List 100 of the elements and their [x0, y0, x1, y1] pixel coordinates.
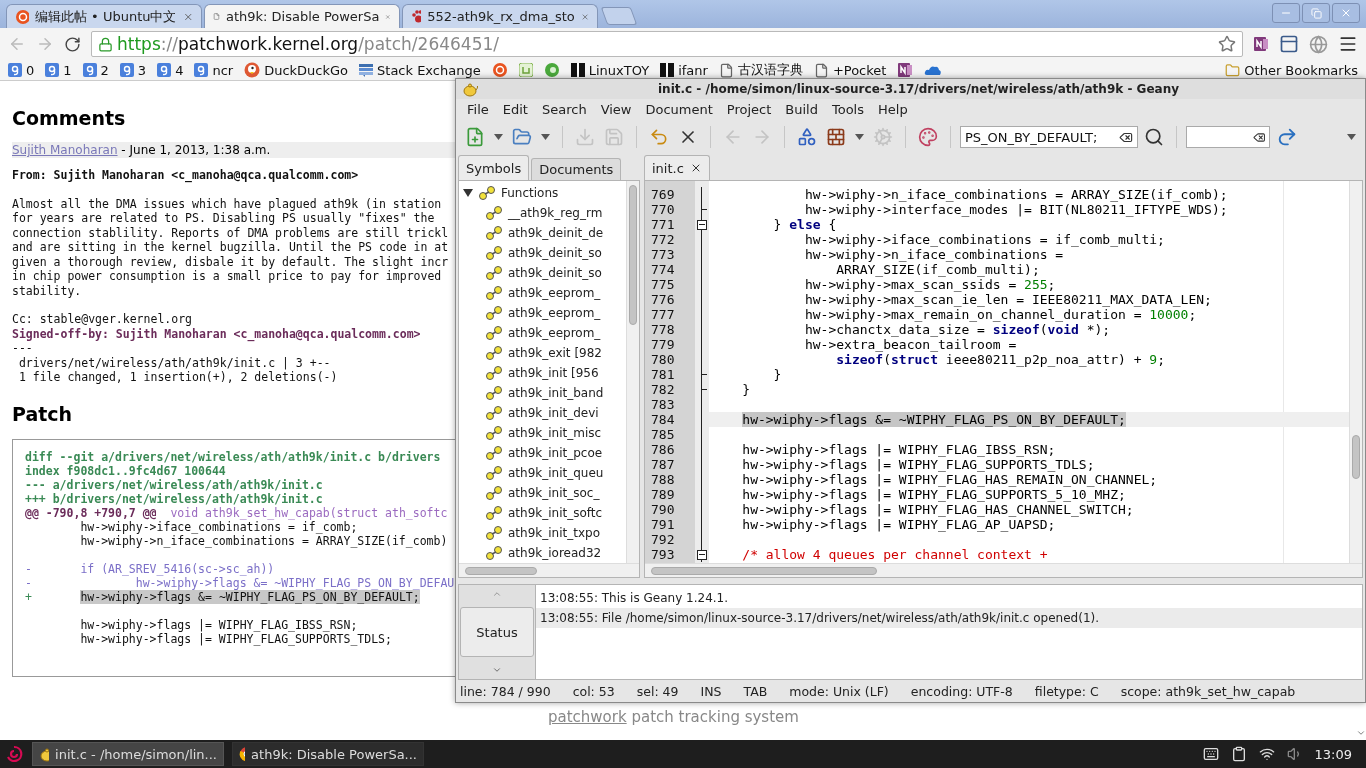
- tree-item[interactable]: ath9k_deinit_so: [459, 263, 626, 283]
- message-row[interactable]: 13:08:55: This is Geany 1.24.1.: [536, 588, 1362, 608]
- square-logo-icon: [194, 63, 209, 77]
- tree-item[interactable]: ath9k_eeprom_: [459, 283, 626, 303]
- bookmark[interactable]: Stack Exchange: [359, 62, 481, 78]
- caret-icon: [541, 134, 550, 140]
- document-tab[interactable]: init.c: [644, 155, 710, 180]
- taskbar-button[interactable]: ath9k: Disable PowerSa...: [232, 742, 424, 766]
- folder-icon: [1225, 62, 1241, 78]
- restore-button[interactable]: [1302, 3, 1330, 23]
- code-line: hw->wiphy->max_remain_on_channel_duration = 10000;: [803, 307, 1198, 322]
- menu-item[interactable]: Build: [778, 102, 825, 117]
- tree-item[interactable]: ath9k_init [956: [459, 363, 626, 383]
- bookmark[interactable]: 古汉语字典: [718, 61, 803, 79]
- search-field[interactable]: PS_ON_BY_DEFAULT;: [960, 126, 1138, 148]
- tree-item[interactable]: ath9k_init_queu: [459, 463, 626, 483]
- star-icon[interactable]: [1218, 35, 1236, 53]
- menu-item[interactable]: Edit: [495, 102, 535, 117]
- caret-icon: [494, 134, 503, 140]
- chain-icon: [485, 345, 503, 361]
- tree-item[interactable]: ath9k_deinit_de: [459, 223, 626, 243]
- clipboard-icon[interactable]: [1230, 746, 1247, 762]
- author-link[interactable]: Sujith Manoharan: [12, 143, 118, 157]
- status-item: scope: ath9k_set_hw_capab: [1120, 683, 1296, 699]
- address-field[interactable]: https://patchwork.kernel.org/patch/2646451/: [91, 31, 1243, 57]
- keyboard-icon[interactable]: [1202, 746, 1219, 762]
- reload-icon[interactable]: [64, 35, 81, 53]
- wifi-icon[interactable]: [1258, 746, 1275, 762]
- tree-item[interactable]: ath9k_init_devi: [459, 403, 626, 423]
- fold-toggle[interactable]: [697, 219, 707, 230]
- browser-tab[interactable]: 552-ath9k_rx_dma_sto: [402, 4, 598, 28]
- tree-item[interactable]: ath9k_init_txpo: [459, 523, 626, 543]
- vertical-scrollbar[interactable]: [1349, 181, 1362, 563]
- section-heading: Patch: [12, 402, 74, 425]
- menu-item[interactable]: Project: [719, 102, 779, 117]
- tree-item[interactable]: ath9k_deinit_so: [459, 243, 626, 263]
- fold-toggle[interactable]: [697, 549, 707, 560]
- goto-field[interactable]: [1186, 126, 1270, 148]
- square-logo-icon: [119, 63, 134, 77]
- sidebar-tab[interactable]: Documents: [531, 158, 622, 180]
- tree-item[interactable]: ath9k_init_soc_: [459, 483, 626, 503]
- tree-item[interactable]: ath9k_init_softc: [459, 503, 626, 523]
- bookmark[interactable]: DuckDuckGo: [244, 62, 349, 78]
- line-number: 776: [650, 292, 676, 307]
- tree-item[interactable]: ath9k_init_pcoe: [459, 443, 626, 463]
- bookmark[interactable]: ifanr: [660, 62, 708, 78]
- code-line: hw->wiphy->flags |= WIPHY_FLAG_IBSS_RSN;: [741, 442, 1057, 457]
- chain-icon: [485, 525, 503, 541]
- bookmark[interactable]: [491, 62, 508, 78]
- menu-item[interactable]: Tools: [824, 102, 871, 117]
- line-number: 788: [650, 472, 676, 487]
- tree-item[interactable]: ath9k_init_misc: [459, 423, 626, 443]
- menu-icon[interactable]: [1338, 34, 1358, 54]
- comment-text: --- drivers/net/wireless/ath/ath9k/init.c | 3 +-- 1 file changed, 1 insertion(+), 2 deletions(-): [12, 341, 338, 385]
- tree-item[interactable]: Functions: [459, 183, 626, 203]
- notebook-icon: [1253, 36, 1269, 52]
- bookmark[interactable]: 3: [119, 62, 147, 78]
- tree-item[interactable]: __ath9k_reg_rm: [459, 203, 626, 223]
- vertical-scrollbar[interactable]: [626, 181, 639, 563]
- bookmark[interactable]: 2: [82, 62, 109, 78]
- menu-item[interactable]: Search: [534, 102, 594, 117]
- bookmark[interactable]: +Pocket: [813, 62, 887, 78]
- panel-icon[interactable]: [1279, 34, 1299, 54]
- minimize-button[interactable]: [1272, 3, 1300, 23]
- browser-tab[interactable]: ath9k: Disable PowerSa: [204, 4, 400, 28]
- tree-item[interactable]: ath9k_ioread32: [459, 543, 626, 563]
- horizontal-scrollbar[interactable]: [645, 563, 1362, 577]
- bookmark[interactable]: 4: [157, 62, 184, 78]
- menu-item[interactable]: Help: [871, 102, 915, 117]
- menu-item[interactable]: View: [593, 102, 639, 117]
- horizontal-scrollbar[interactable]: [459, 563, 639, 577]
- stack-icon: [359, 63, 374, 77]
- menu-item[interactable]: File: [460, 102, 496, 117]
- taskbar-button[interactable]: init.c - /home/simon/lin...: [32, 742, 224, 766]
- bookmark[interactable]: LinuxTOY: [570, 62, 650, 78]
- message-row[interactable]: 13:08:55: File /home/simon/linux-source-3.17/drivers/net/wireless/ath/ath9k/init.c opened(1).: [536, 608, 1362, 628]
- swirl-logo-icon[interactable]: [4, 744, 24, 764]
- footer-link[interactable]: patchwork: [548, 708, 627, 726]
- sidebar-tab[interactable]: Symbols: [458, 155, 530, 180]
- bookmark[interactable]: ncr: [194, 62, 234, 78]
- line-number: 777: [650, 307, 676, 322]
- bookmark[interactable]: [924, 64, 943, 76]
- tree-item[interactable]: ath9k_eeprom_: [459, 303, 626, 323]
- other-bookmarks[interactable]: Other Bookmarks: [1225, 62, 1358, 78]
- diff-line: - if (AR_SREV_5416(sc->sc_ah)): [25, 561, 276, 576]
- tree-item[interactable]: ath9k_exit [982: [459, 343, 626, 363]
- message-tab[interactable]: Status: [460, 607, 534, 657]
- bookmark[interactable]: 0: [8, 62, 35, 78]
- browser-tab[interactable]: 编辑此帖 • Ubuntu中文: [6, 4, 202, 28]
- tree-item[interactable]: ath9k_init_band: [459, 383, 626, 403]
- expander-icon[interactable]: [463, 188, 473, 198]
- bookmark[interactable]: [897, 62, 914, 78]
- tree-item[interactable]: ath9k_eeprom_: [459, 323, 626, 343]
- scroll-down-icon[interactable]: [1355, 728, 1366, 738]
- menu-item[interactable]: Document: [638, 102, 720, 117]
- code-line: hw->wiphy->flags |= WIPHY_FLAG_SUPPORTS_5_10_MHZ;: [741, 487, 1127, 502]
- globe-icon[interactable]: [1309, 34, 1328, 54]
- chain-icon: [485, 245, 503, 261]
- bookmark[interactable]: 1: [45, 62, 72, 78]
- chain-icon: [485, 445, 503, 461]
